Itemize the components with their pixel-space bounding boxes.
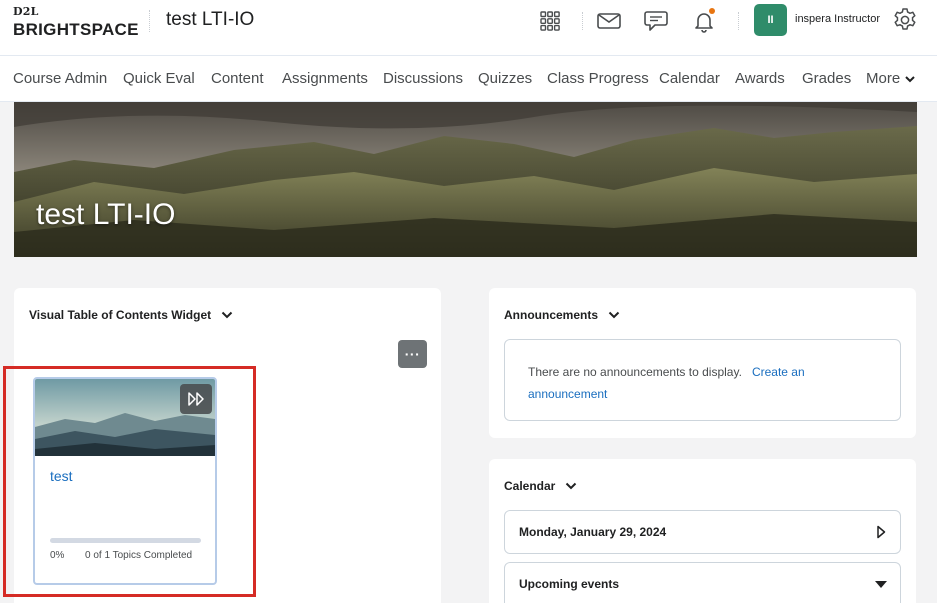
nav-assignments[interactable]: Assignments: [282, 70, 368, 87]
nav-class-progress[interactable]: Class Progress: [547, 70, 649, 87]
nav-discussions[interactable]: Discussions: [383, 70, 463, 87]
announcements-empty-message: There are no announcements to display. C…: [528, 361, 868, 405]
nav-course-admin[interactable]: Course Admin: [13, 70, 107, 87]
nav-more-menu[interactable]: More: [866, 70, 915, 87]
apps-grid-icon[interactable]: [536, 9, 564, 33]
upcoming-events-label: Upcoming events: [519, 577, 620, 591]
calendar-widget-header[interactable]: Calendar: [504, 479, 577, 493]
nav-more-label: More: [866, 70, 901, 87]
toc-module-card[interactable]: test 0% 0 of 1 Topics Completed: [33, 377, 217, 585]
logo-brightspace-text: BRIGHTSPACE: [13, 20, 139, 39]
play-right-icon[interactable]: [874, 525, 888, 539]
brightspace-logo[interactable]: D2L BRIGHTSPACE: [13, 6, 138, 44]
course-banner: test LTI-IO: [14, 102, 917, 257]
module-name-link[interactable]: test: [50, 468, 73, 484]
module-progress-percent: 0%: [50, 550, 65, 561]
nav-content[interactable]: Content: [211, 70, 264, 87]
logo-d2l-text: D2L: [13, 5, 39, 18]
toc-more-options-button[interactable]: ···: [398, 340, 427, 368]
upcoming-events-row[interactable]: Upcoming events: [504, 562, 901, 603]
announcements-empty-box: There are no announcements to display. C…: [504, 339, 901, 421]
calendar-title: Calendar: [504, 479, 556, 493]
user-name[interactable]: inspera Instructor: [795, 13, 880, 25]
mountain-landscape-image: [14, 102, 917, 257]
mail-icon[interactable]: [595, 9, 623, 33]
chat-icon[interactable]: [642, 9, 670, 33]
calendar-date-row[interactable]: Monday, January 29, 2024: [504, 510, 901, 554]
nav-calendar[interactable]: Calendar: [659, 70, 720, 87]
module-progress-text: 0 of 1 Topics Completed: [85, 550, 193, 561]
announcements-title: Announcements: [504, 308, 599, 322]
notification-dot: [709, 8, 715, 14]
header-divider: [738, 12, 739, 30]
announcements-widget-header[interactable]: Announcements: [504, 308, 620, 322]
course-navbar: Course Admin Quick Eval Content Assignme…: [0, 56, 937, 102]
chevron-down-icon: [221, 311, 233, 319]
announcements-empty-text: There are no announcements to display.: [528, 365, 742, 379]
caret-down-icon[interactable]: [874, 577, 888, 591]
nav-quizzes[interactable]: Quizzes: [478, 70, 532, 87]
module-thumbnail-image: [35, 379, 215, 456]
course-title[interactable]: test LTI-IO: [166, 9, 254, 31]
bell-icon[interactable]: [690, 8, 718, 33]
top-header: D2L BRIGHTSPACE test LTI-IO II inspera I…: [0, 0, 937, 56]
nav-quick-eval[interactable]: Quick Eval: [123, 70, 195, 87]
banner-course-title: test LTI-IO: [36, 198, 176, 231]
calendar-date: Monday, January 29, 2024: [519, 525, 667, 539]
chevron-down-icon: [566, 482, 577, 490]
header-divider: [582, 12, 583, 30]
gear-icon[interactable]: [891, 8, 919, 32]
toc-widget-header[interactable]: Visual Table of Contents Widget: [29, 308, 233, 322]
header-divider: [149, 10, 150, 32]
user-avatar[interactable]: II: [754, 4, 787, 36]
nav-grades[interactable]: Grades: [802, 70, 851, 87]
chevron-down-icon: [608, 311, 620, 319]
module-progress-bar: [50, 538, 201, 543]
chevron-down-icon: [905, 75, 915, 82]
toc-widget-title: Visual Table of Contents Widget: [29, 308, 212, 322]
nav-awards[interactable]: Awards: [735, 70, 785, 87]
fast-forward-icon[interactable]: [180, 384, 212, 414]
